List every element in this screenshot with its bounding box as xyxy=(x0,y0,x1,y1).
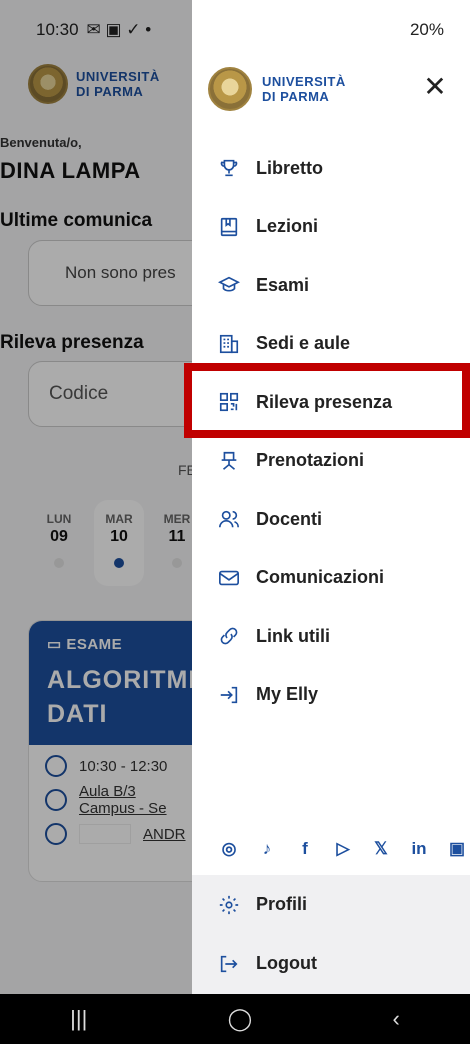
building-icon xyxy=(218,333,240,355)
menu-item-label: Libretto xyxy=(256,157,323,178)
recent-apps-button[interactable]: ||| xyxy=(70,1006,87,1032)
menu-item-libretto[interactable]: Libretto xyxy=(192,139,470,198)
flickr-icon[interactable]: ▣ xyxy=(446,838,468,860)
menu-item-label: Link utili xyxy=(256,625,330,646)
menu-item-label: Lezioni xyxy=(256,216,318,237)
home-button[interactable]: ◯ xyxy=(228,1006,253,1032)
link-icon xyxy=(218,625,240,647)
youtube-icon[interactable]: ▷ xyxy=(332,838,354,860)
highlight-annotation xyxy=(184,363,470,438)
menu-item-docenti[interactable]: Docenti xyxy=(192,490,470,549)
menu-item-label: Sedi e aule xyxy=(256,333,351,354)
back-button[interactable]: ‹ xyxy=(393,1006,400,1032)
menu-item-label: Docenti xyxy=(256,508,323,529)
menu-item-my-elly[interactable]: My Elly xyxy=(192,666,470,725)
menu-item-label: My Elly xyxy=(256,684,319,705)
logo-line2: DI PARMA xyxy=(262,89,330,104)
app-screen: 10:30✉ ▣ ✓ • 20% UNIVERSITÀDI PARMA Benv… xyxy=(0,0,470,1044)
battery-level: 20% xyxy=(409,20,444,39)
menu-item-esami[interactable]: Esami xyxy=(192,256,470,315)
login-arrow-icon xyxy=(218,684,240,706)
menu-item-label: Comunicazioni xyxy=(256,567,385,588)
menu-item-label: Logout xyxy=(256,953,317,973)
mail-icon xyxy=(218,567,240,589)
instagram-icon[interactable]: ◎ xyxy=(218,838,240,860)
close-icon[interactable]: ✕ xyxy=(420,72,450,102)
menu-item-label: Profili xyxy=(256,894,308,914)
menu-item-profili[interactable]: Profili xyxy=(192,875,470,934)
menu-item-label: Esami xyxy=(256,274,310,295)
menu-item-label: Prenotazioni xyxy=(256,450,365,471)
menu-item-prenotazioni[interactable]: Prenotazioni xyxy=(192,432,470,491)
chair-icon xyxy=(218,450,240,472)
book-icon xyxy=(218,216,240,238)
system-nav-bar: ||| ◯ ‹ xyxy=(0,994,470,1044)
menu-item-comunicazioni[interactable]: Comunicazioni xyxy=(192,549,470,608)
gear-icon xyxy=(218,894,240,916)
people-icon xyxy=(218,508,240,530)
trophy-icon xyxy=(218,157,240,179)
menu-item-logout[interactable]: Logout xyxy=(192,934,470,993)
university-seal-icon xyxy=(208,67,252,111)
drawer-header: UNIVERSITÀ DI PARMA ✕ xyxy=(208,60,470,118)
menu-item-link-utili[interactable]: Link utili xyxy=(192,607,470,666)
drawer-footer: Profili Logout xyxy=(192,875,470,994)
linkedin-icon[interactable]: in xyxy=(408,838,430,860)
logout-icon xyxy=(218,953,240,975)
drawer-status-bar: 20% xyxy=(192,0,470,60)
social-links: ◎ ♪ f ▷ 𝕏 in ▣ xyxy=(218,838,468,860)
graduation-cap-icon xyxy=(218,274,240,296)
navigation-drawer: 20% UNIVERSITÀ DI PARMA ✕ Libretto Lezion… xyxy=(192,0,470,994)
facebook-icon[interactable]: f xyxy=(294,838,316,860)
tiktok-icon[interactable]: ♪ xyxy=(256,838,278,860)
logo-line1: UNIVERSITÀ xyxy=(262,74,346,89)
menu-item-lezioni[interactable]: Lezioni xyxy=(192,198,470,257)
x-icon[interactable]: 𝕏 xyxy=(370,838,392,860)
